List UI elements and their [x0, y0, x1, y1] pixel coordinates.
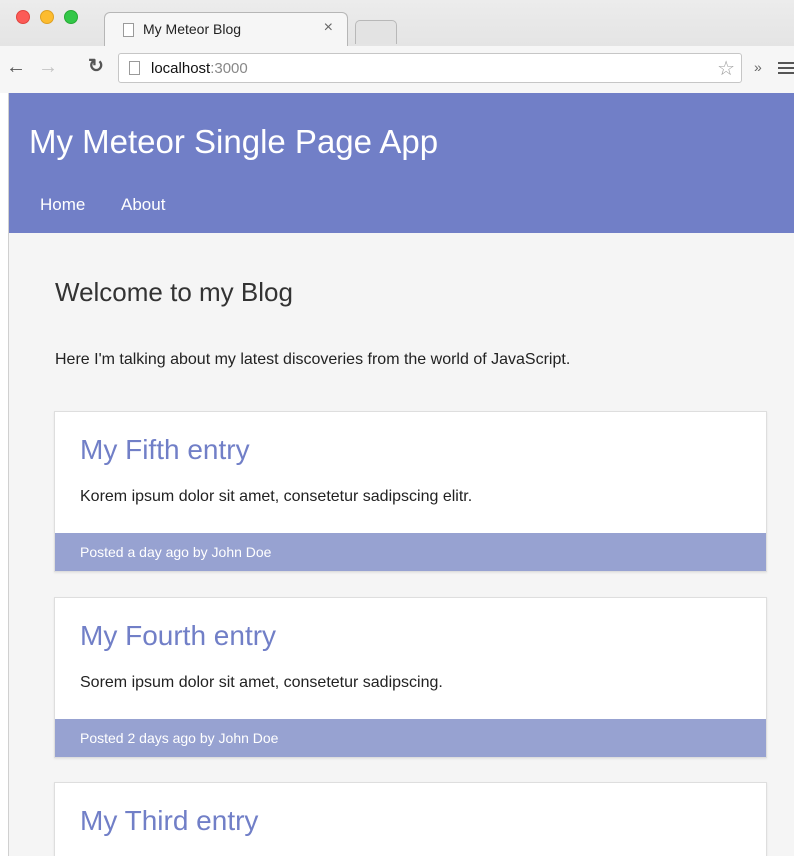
browser-toolbar: ← → ↻ localhost:3000 ☆ »	[0, 46, 794, 93]
back-arrow-icon[interactable]: ←	[6, 57, 26, 77]
forward-arrow-icon[interactable]: →	[38, 57, 58, 77]
browser-chrome: My Meteor Blog × ← → ↻ localhost:3000 ☆ …	[0, 0, 794, 93]
browser-tab[interactable]: My Meteor Blog ×	[104, 12, 348, 46]
post-footer: Posted a day ago by John Doe	[55, 533, 766, 571]
bookmark-star-icon[interactable]: ☆	[717, 56, 735, 81]
page-heading: Welcome to my Blog	[55, 277, 293, 307]
new-tab-button[interactable]	[355, 20, 397, 44]
post-footer: Posted 2 days ago by John Doe	[55, 719, 766, 757]
post-title-link[interactable]: My Fourth entry	[80, 620, 276, 652]
post-title-link[interactable]: My Fifth entry	[80, 434, 250, 466]
page-icon	[129, 61, 140, 75]
tab-title: My Meteor Blog	[143, 21, 242, 37]
site-header: My Meteor Single Page App Home About	[9, 93, 794, 233]
hamburger-menu-icon[interactable]	[778, 62, 794, 76]
url-text[interactable]: localhost:3000	[151, 60, 248, 77]
address-bar[interactable]: localhost:3000 ☆	[118, 53, 742, 83]
post-meta: Posted a day ago by John Doe	[80, 544, 272, 560]
page-icon	[123, 23, 134, 37]
window-minimize-button[interactable]	[40, 10, 54, 24]
intro-text: Here I'm talking about my latest discove…	[55, 351, 571, 368]
post-title-link[interactable]: My Third entry	[80, 805, 258, 837]
overflow-chevron-icon[interactable]: »	[754, 59, 762, 75]
url-port: :3000	[210, 60, 248, 77]
tab-close-icon[interactable]: ×	[324, 19, 333, 37]
window-close-button[interactable]	[16, 10, 30, 24]
site-title: My Meteor Single Page App	[29, 123, 439, 160]
url-host: localhost	[151, 60, 211, 77]
post-card: My Fifth entry Korem ipsum dolor sit ame…	[54, 411, 767, 572]
post-excerpt: Korem ipsum dolor sit amet, consetetur s…	[80, 488, 473, 505]
post-meta: Posted 2 days ago by John Doe	[80, 730, 279, 746]
post-card: My Fourth entry Sorem ipsum dolor sit am…	[54, 597, 767, 758]
page-viewport: My Meteor Single Page App Home About Wel…	[8, 93, 794, 856]
post-excerpt: Sorem ipsum dolor sit amet, consetetur s…	[80, 674, 443, 691]
post-card: My Third entry	[54, 782, 767, 856]
window-maximize-button[interactable]	[64, 10, 78, 24]
nav-home-link[interactable]: Home	[40, 195, 85, 215]
nav-about-link[interactable]: About	[121, 195, 165, 215]
reload-icon[interactable]: ↻	[88, 57, 104, 77]
